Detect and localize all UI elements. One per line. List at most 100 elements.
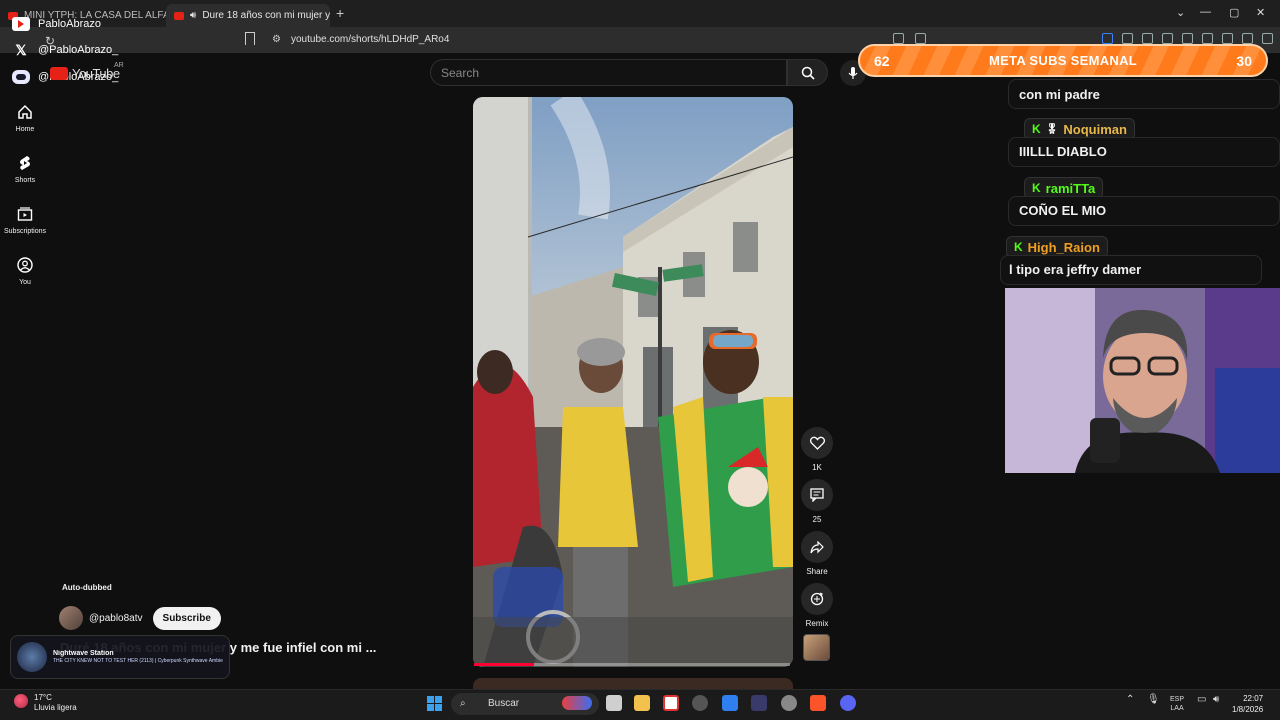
subscribe-button[interactable]: Subscribe xyxy=(152,606,221,630)
nav-subscriptions[interactable]: Subscriptions xyxy=(0,206,50,235)
brave-browser-icon[interactable] xyxy=(810,695,826,711)
channel-row: @pablo8atv Subscribe xyxy=(59,606,221,630)
extension-icon[interactable] xyxy=(1122,33,1133,44)
clock[interactable]: 22:07 1/8/2026 xyxy=(1232,693,1263,715)
steam-icon[interactable] xyxy=(692,695,708,711)
extension-icon[interactable] xyxy=(1102,33,1113,44)
tab-active-short[interactable]: 🔊︎ Dure 18 años con mi mujer y ✕ xyxy=(166,4,330,27)
goal-current: 62 xyxy=(874,52,890,69)
search-input[interactable]: Search xyxy=(430,59,787,86)
video-progress-bar[interactable] xyxy=(474,663,790,666)
chat-username: ramiTTa xyxy=(1045,180,1096,196)
search-button[interactable] xyxy=(787,59,828,86)
weather-icon[interactable] xyxy=(14,694,28,708)
file-explorer-icon[interactable] xyxy=(634,695,650,711)
share-label: Share xyxy=(806,567,828,576)
task-view-icon[interactable] xyxy=(606,695,622,711)
weather-widget[interactable]: 17°C Lluvia ligera xyxy=(34,693,77,713)
extension-icon[interactable] xyxy=(1142,33,1153,44)
maximize-button[interactable]: ▢ xyxy=(1229,6,1239,19)
snipping-tool-icon[interactable] xyxy=(663,695,679,711)
nav-label: Shorts xyxy=(14,177,36,184)
shorts-icon xyxy=(20,156,30,170)
goal-target: 30 xyxy=(1236,52,1252,69)
language-indicator[interactable]: ESP LAA xyxy=(1170,695,1184,713)
chat-username: Noquiman xyxy=(1063,121,1127,137)
comments-button[interactable]: 25 xyxy=(800,479,834,524)
network-icon[interactable]: ▭ xyxy=(1197,695,1206,705)
microphone-icon xyxy=(848,67,858,79)
heart-icon xyxy=(809,436,825,450)
microphone-icon[interactable]: 🎙︎ xyxy=(1147,695,1160,705)
remix-label: Remix xyxy=(805,619,829,628)
site-info-icon[interactable]: ⚙ xyxy=(272,34,281,45)
chat-message: l tipo era jeffry damer xyxy=(1000,255,1262,285)
extension-icon[interactable] xyxy=(1162,33,1173,44)
tab-list-icon[interactable]: ⌄ xyxy=(1176,6,1185,19)
extension-icon[interactable] xyxy=(1222,33,1233,44)
now-playing-widget: Nightwave Station THE CITY KNEW NOT TO T… xyxy=(10,635,230,679)
windows-start-icon[interactable] xyxy=(427,696,442,711)
social-x: 𝕏 @PabloAbrazo_ xyxy=(12,41,118,58)
social-youtube: PabloAbrazo xyxy=(12,17,101,31)
extension-icon[interactable] xyxy=(1202,33,1213,44)
nav-label: Home xyxy=(15,126,35,133)
app-icon[interactable] xyxy=(722,695,738,711)
sound-thumbnail[interactable] xyxy=(803,634,830,661)
nav-you[interactable]: You xyxy=(0,257,50,286)
chat-message: con mi padre xyxy=(1008,79,1280,109)
x-icon: 𝕏 xyxy=(15,41,27,58)
album-art xyxy=(17,642,47,672)
audio-app-icon[interactable] xyxy=(751,695,767,711)
short-video-player[interactable] xyxy=(473,97,793,667)
youtube-play-icon xyxy=(50,67,68,80)
kick-icon: K xyxy=(1014,240,1023,254)
now-playing-subtitle: THE CITY KNEW NOT TO TEST HER (2113) | C… xyxy=(53,658,223,664)
new-tab-button[interactable]: + xyxy=(336,5,344,21)
share-button[interactable]: Share xyxy=(800,531,834,576)
obs-icon[interactable] xyxy=(781,695,797,711)
comment-count: 25 xyxy=(812,515,822,524)
youtube-favicon-icon xyxy=(174,11,184,20)
extension-icon[interactable] xyxy=(893,33,904,44)
comment-icon xyxy=(810,488,824,502)
goal-label: META SUBS SEMANAL xyxy=(988,53,1138,68)
nav-label: Subscriptions xyxy=(3,228,47,235)
like-button[interactable]: 1K xyxy=(800,427,834,472)
reload-icon[interactable]: ↻ xyxy=(45,34,55,48)
menu-icon[interactable] xyxy=(1262,33,1273,44)
speaker-icon: 🔊︎ xyxy=(190,10,197,21)
subs-goal-bar: 62 META SUBS SEMANAL 30 xyxy=(858,44,1268,77)
webcam-image xyxy=(1005,288,1280,473)
bookmark-icon[interactable] xyxy=(245,32,255,45)
url-field[interactable]: youtube.com/shorts/hLDHdP_ARo4 xyxy=(291,34,449,45)
minimize-button[interactable]: — xyxy=(1200,6,1211,18)
streamer-webcam xyxy=(1005,288,1280,473)
extension-icon[interactable] xyxy=(915,33,926,44)
account-icon xyxy=(17,257,33,273)
region-code: AR xyxy=(114,62,124,69)
screen: MINI YTPH: LA CASA DEL ALFAJOR 🔊︎ Dure 1… xyxy=(0,0,1280,720)
chat-message: IIILLL DIABLO xyxy=(1008,137,1280,167)
close-window-button[interactable]: ✕ xyxy=(1256,6,1265,19)
youtube-logo[interactable]: YouTube xyxy=(50,66,120,81)
remix-icon xyxy=(810,592,824,606)
like-count: 1K xyxy=(812,463,822,472)
nav-shorts[interactable]: Shorts xyxy=(0,155,50,184)
nav-home[interactable]: Home xyxy=(0,104,50,133)
subscriptions-icon xyxy=(17,207,33,221)
auto-dubbed-label: Auto-dubbed xyxy=(62,583,112,592)
avatar[interactable] xyxy=(59,606,83,630)
remix-button[interactable]: Remix xyxy=(800,583,834,628)
show-hidden-icons[interactable]: ⌃ xyxy=(1126,695,1134,705)
now-playing-title: Nightwave Station xyxy=(53,650,114,657)
discord-icon[interactable] xyxy=(840,695,856,711)
social-handle: PabloAbrazo xyxy=(38,18,101,30)
youtube-icon xyxy=(12,17,30,31)
share-icon xyxy=(810,540,824,553)
volume-icon[interactable]: 🔊︎ xyxy=(1213,695,1219,705)
channel-name[interactable]: @pablo8atv xyxy=(89,613,143,624)
extension-icon[interactable] xyxy=(1242,33,1253,44)
chat-username: High_Raion xyxy=(1027,239,1100,255)
extension-icon[interactable] xyxy=(1182,33,1193,44)
